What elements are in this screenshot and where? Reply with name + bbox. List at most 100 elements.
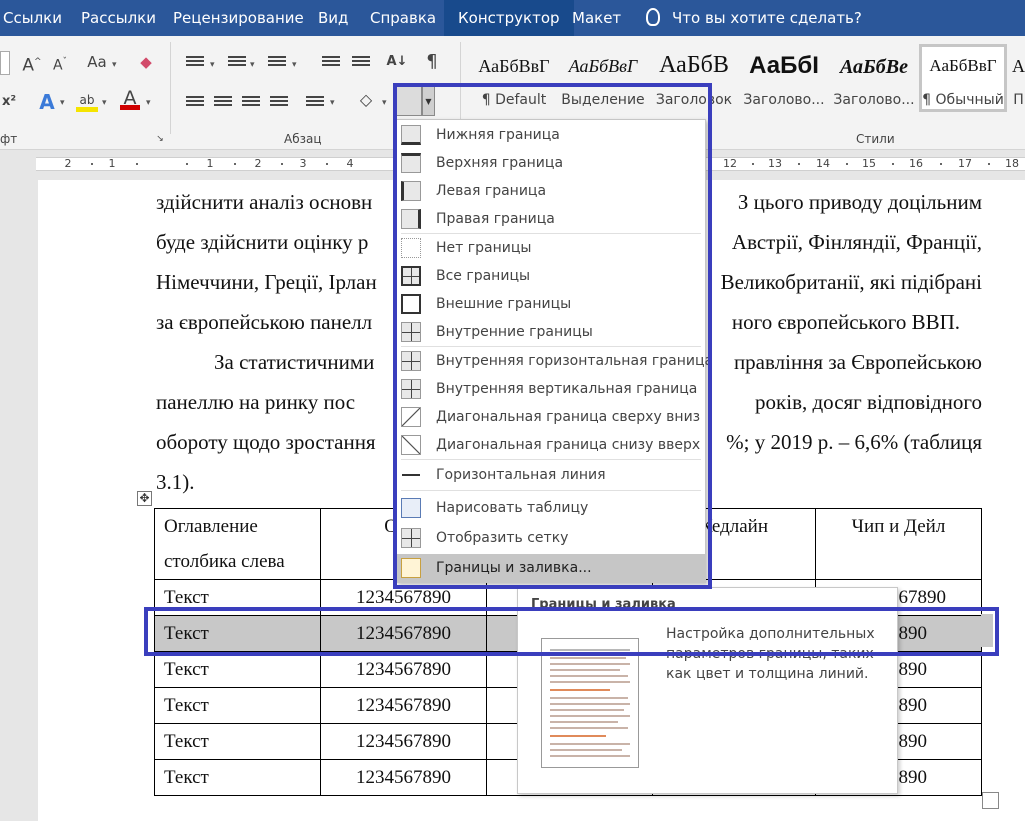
style-heading-2[interactable]: АаБбВе Заголово... xyxy=(830,44,918,112)
menu-item-all-borders[interactable]: Все границы xyxy=(397,262,705,290)
menu-item-label: Левая граница xyxy=(436,183,547,199)
tab-table-design[interactable]: Конструктор xyxy=(444,0,574,36)
multilevel-list-icon[interactable] xyxy=(268,56,286,70)
ruler-tick xyxy=(91,163,93,165)
font-color-icon[interactable]: A xyxy=(120,86,140,110)
tab-help[interactable]: Справка xyxy=(370,0,436,36)
inside-vertical-border-icon xyxy=(401,379,421,399)
menu-item-top-border[interactable]: Верхняя граница xyxy=(397,149,705,177)
chevron-down-icon[interactable]: ▾ xyxy=(250,60,255,70)
table-cell[interactable]: Текст xyxy=(154,615,321,652)
align-right-icon[interactable] xyxy=(242,96,260,110)
table-cell[interactable]: 1234567890 xyxy=(320,687,487,724)
superscript-icon[interactable]: x² xyxy=(0,90,18,114)
paragraph[interactable]: %; у 2019 р. – 6,6% (таблиця xyxy=(698,422,982,462)
shrink-font-icon[interactable]: Aˇ xyxy=(50,50,70,74)
justify-icon[interactable] xyxy=(270,96,288,110)
chevron-down-icon[interactable]: ▼ xyxy=(422,86,435,116)
chevron-down-icon[interactable]: ▾ xyxy=(210,60,215,70)
borders-icon[interactable] xyxy=(396,86,422,116)
paragraph[interactable]: З цього приводу доцільним xyxy=(698,182,982,222)
table-cell[interactable]: Оглавление столбика слева xyxy=(154,508,321,580)
style-heading-1[interactable]: АаБбІ Заголово... xyxy=(740,44,828,112)
menu-item-inside-vertical-border[interactable]: Внутренняя вертикальная граница xyxy=(397,375,705,403)
paragraph[interactable]: правління за Європейською xyxy=(698,342,982,382)
font-size-box[interactable] xyxy=(0,51,10,75)
menu-item-left-border[interactable]: Левая граница xyxy=(397,177,705,205)
align-center-icon[interactable] xyxy=(214,96,232,110)
menu-item-inside-horizontal-border[interactable]: Внутренняя горизонтальная граница xyxy=(397,347,713,375)
paragraph[interactable]: років, досяг відповідного xyxy=(698,382,982,422)
tab-references[interactable]: Ссылки xyxy=(3,0,62,36)
tell-me-text: Что вы хотите сделать? xyxy=(672,9,862,27)
tell-me-search[interactable]: Что вы хотите сделать? xyxy=(646,0,862,36)
chevron-down-icon[interactable]: ▾ xyxy=(102,98,107,108)
right-border-icon xyxy=(401,209,421,229)
table-cell[interactable]: Текст xyxy=(154,759,321,796)
group-divider xyxy=(170,42,171,134)
menu-item-view-gridlines[interactable]: Отобразить сетку xyxy=(397,524,705,552)
decrease-indent-icon[interactable] xyxy=(322,56,340,70)
table-cell[interactable]: 1234567890 xyxy=(320,651,487,688)
style-heading[interactable]: АаБбВ Заголовок xyxy=(650,44,738,112)
style-default[interactable]: АаБбВвГ ¶ Default xyxy=(470,44,558,112)
line-spacing-icon[interactable] xyxy=(306,96,324,110)
menu-item-no-border[interactable]: Нет границы xyxy=(397,234,705,262)
menu-item-diagonal-down-border[interactable]: Диагональная граница сверху вниз xyxy=(397,403,705,431)
chevron-down-icon[interactable]: ▾ xyxy=(60,98,65,108)
tab-view[interactable]: Вид xyxy=(318,0,348,36)
table-cell[interactable]: 1234567890 xyxy=(320,723,487,760)
tab-review[interactable]: Рецензирование xyxy=(173,0,304,36)
ruler-tick xyxy=(940,163,942,165)
paragraph[interactable]: ного європейського ВВП. xyxy=(698,302,960,342)
menu-item-bottom-border[interactable]: Нижняя граница xyxy=(397,121,705,149)
chevron-down-icon[interactable]: ▾ xyxy=(146,98,151,108)
table-cell[interactable]: Текст xyxy=(154,651,321,688)
show-formatting-icon[interactable]: ¶ xyxy=(424,50,440,74)
menu-item-label: Верхняя граница xyxy=(436,155,564,171)
increase-indent-icon[interactable] xyxy=(352,56,370,70)
change-case-icon[interactable]: Aa xyxy=(84,50,110,74)
text-effects-icon[interactable]: A xyxy=(36,90,58,114)
sort-icon[interactable]: A↓ xyxy=(386,50,408,74)
paragraph[interactable]: Великобританії, які підібрані xyxy=(698,262,982,302)
style-normal[interactable]: АаБбВвГ ¶ Обычный xyxy=(919,44,1007,112)
table-move-handle-icon[interactable]: ✥ xyxy=(137,491,152,506)
table-cell[interactable]: Чип и Дейл xyxy=(815,508,982,580)
chevron-down-icon[interactable]: ▾ xyxy=(112,60,117,70)
menu-item-horizontal-line[interactable]: Горизонтальная линия xyxy=(397,461,705,489)
grow-font-icon[interactable]: A^ xyxy=(22,50,42,76)
borders-split-button[interactable]: ▼ xyxy=(396,86,438,116)
align-left-icon[interactable] xyxy=(186,96,204,110)
menu-item-borders-and-shading[interactable]: Границы и заливка... xyxy=(397,554,705,583)
left-border-icon xyxy=(401,181,421,201)
tab-mailings[interactable]: Рассылки xyxy=(81,0,156,36)
table-cell[interactable]: Текст xyxy=(154,723,321,760)
table-resize-handle-icon[interactable] xyxy=(982,792,999,809)
dialog-launcher-icon[interactable]: ↘ xyxy=(155,132,165,146)
bullets-icon[interactable] xyxy=(186,56,204,70)
table-cell[interactable]: 1234567890 xyxy=(320,579,487,616)
menu-item-diagonal-up-border[interactable]: Диагональная граница снизу вверх xyxy=(397,431,705,459)
table-cell[interactable]: Текст xyxy=(154,579,321,616)
shading-icon[interactable]: ◇ xyxy=(356,88,376,112)
chevron-down-icon[interactable]: ▾ xyxy=(292,60,297,70)
paragraph[interactable]: Австрії, Фінляндії, Франції, xyxy=(698,222,982,262)
style-emphasis[interactable]: АаБбВвГ Выделение xyxy=(559,44,647,112)
row-selection-end xyxy=(981,614,993,647)
menu-item-draw-table[interactable]: Нарисовать таблицу xyxy=(397,494,705,522)
chevron-down-icon[interactable]: ▾ xyxy=(382,98,387,108)
style-more[interactable]: А П xyxy=(1012,44,1025,112)
menu-item-inside-borders[interactable]: Внутренние границы xyxy=(397,318,705,346)
table-cell[interactable]: 1234567890 xyxy=(320,759,487,796)
menu-item-outside-borders[interactable]: Внешние границы xyxy=(397,290,705,318)
tab-layout[interactable]: Макет xyxy=(572,0,621,36)
clear-formatting-icon[interactable]: ◆ xyxy=(134,50,158,74)
chevron-down-icon[interactable]: ▾ xyxy=(330,98,335,108)
ruler-number: 13 xyxy=(768,157,782,170)
table-cell[interactable]: 1234567890 xyxy=(320,615,487,652)
highlight-color-icon[interactable]: ab xyxy=(76,88,98,112)
numbering-icon[interactable] xyxy=(228,56,246,70)
table-cell[interactable]: Текст xyxy=(154,687,321,724)
menu-item-right-border[interactable]: Правая граница xyxy=(397,205,705,233)
